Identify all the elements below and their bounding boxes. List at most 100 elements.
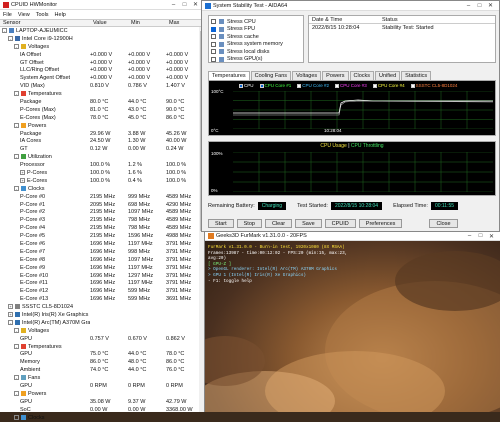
sensor-row[interactable]: P-Core #4 2195 MHz 798 MHz 4589 MHz (0, 224, 204, 232)
legend-item[interactable]: SSSTC CL5-8D1024 (410, 83, 457, 88)
start-button[interactable]: Start (208, 219, 234, 228)
sensor-row[interactable]: P-Core #1 2095 MHz 698 MHz 4290 MHz (0, 201, 204, 209)
legend-checkbox[interactable] (372, 83, 377, 88)
col-min[interactable]: Min (128, 20, 166, 26)
checkbox[interactable] (211, 19, 216, 25)
sensor-row[interactable]: - Powers (0, 122, 204, 130)
sensor-row[interactable]: E-Core #7 1696 MHz 998 MHz 3791 MHz (0, 248, 204, 256)
sensor-row[interactable]: System Agent Offset +0.000 V +0.000 V +0.00… (0, 74, 204, 82)
sensor-row[interactable]: GPU 0 RPM 0 RPM 0 RPM (0, 382, 204, 390)
checkbox[interactable] (211, 26, 216, 32)
collapse-icon[interactable]: - (14, 343, 19, 349)
sensor-row[interactable]: GT 0.12 W 0.00 W 0.24 W (0, 145, 204, 153)
sensor-row[interactable]: - Temperatures (0, 343, 204, 351)
sensor-row[interactable]: E-Core #13 1696 MHz 599 MHz 3691 MHz (0, 295, 204, 303)
menu-tools[interactable]: Tools (36, 12, 49, 18)
col-max[interactable]: Max (166, 20, 200, 26)
collapse-icon[interactable]: - (14, 122, 19, 128)
legend-checkbox[interactable] (239, 83, 243, 88)
collapse-icon[interactable]: - (8, 319, 13, 325)
sensor-row[interactable]: VID (Max) 0.810 V 0.786 V 1.407 V (0, 82, 204, 90)
cpuid-button[interactable]: CPUID (324, 219, 356, 228)
legend-checkbox[interactable] (297, 83, 302, 88)
sensor-row[interactable]: GPU 75.0 °C 44.0 °C 78.0 °C (0, 351, 204, 359)
col-value[interactable]: Value (90, 20, 128, 26)
sensor-row[interactable]: + P-Cores 100.0 % 1.6 % 100.0 % (0, 169, 204, 177)
collapse-icon[interactable]: - (14, 327, 19, 333)
aida-maximize-button[interactable]: □ (474, 3, 485, 9)
collapse-icon[interactable]: - (14, 43, 19, 49)
sensor-row[interactable]: - Intel Core i9-12900H (0, 35, 204, 43)
expand-icon[interactable]: + (8, 312, 13, 317)
sensor-row[interactable]: - Fans (0, 374, 204, 382)
sensor-row[interactable]: P-Core #2 2195 MHz 1097 MHz 4589 MHz (0, 208, 204, 216)
sensor-row[interactable]: Package 80.0 °C 44.0 °C 90.0 °C (0, 98, 204, 106)
expand-icon[interactable]: + (20, 177, 25, 183)
legend-checkbox[interactable] (335, 83, 340, 88)
stress-option[interactable]: Stress FPU (211, 26, 301, 34)
collapse-icon[interactable]: - (14, 390, 19, 396)
sensor-row[interactable]: + SSSTC CL5-8D1024 (0, 303, 204, 311)
stress-option[interactable]: Stress CPU (211, 18, 301, 26)
sensor-row[interactable]: GPU 0.757 V 0.670 V 0.862 V (0, 335, 204, 343)
sensor-row[interactable]: - Clocks (0, 185, 204, 193)
sensor-row[interactable]: IA Offset +0.000 V +0.000 V +0.000 V (0, 51, 204, 59)
collapse-icon[interactable]: - (14, 91, 19, 97)
furmark-titlebar[interactable]: Geeks3D FurMark v1.31.0.0 - 20FPS – □ ✕ (205, 232, 500, 241)
sensor-row[interactable]: E-Core #9 1696 MHz 1197 MHz 3791 MHz (0, 264, 204, 272)
sensor-row[interactable]: - Temperatures (0, 90, 204, 98)
sensor-row[interactable]: E-Core #10 1696 MHz 1297 MHz 3791 MHz (0, 272, 204, 280)
sensor-row[interactable]: Processor 100.0 % 1.2 % 100.0 % (0, 161, 204, 169)
sensor-row[interactable]: IA Cores 24.50 W 1.30 W 40.00 W (0, 137, 204, 145)
tab-powers[interactable]: Powers (322, 71, 349, 80)
collapse-icon[interactable]: - (14, 154, 19, 160)
sensor-row[interactable]: E-Core #8 1696 MHz 1097 MHz 3791 MHz (0, 256, 204, 264)
sensor-row[interactable]: P-Core #0 2195 MHz 999 MHz 4589 MHz (0, 193, 204, 201)
tab-temperatures[interactable]: Temperatures (208, 71, 250, 80)
sensor-row[interactable]: - Powers (0, 390, 204, 398)
maximize-button[interactable]: □ (179, 2, 190, 8)
stress-option[interactable]: Stress cache (211, 33, 301, 41)
aida-close-dialog-button[interactable]: Close (429, 219, 458, 228)
aida64-titlebar[interactable]: System Stability Test - AIDA64 – □ ✕ (202, 1, 499, 11)
sensor-row[interactable]: - Voltages (0, 327, 204, 335)
legend-item[interactable]: CPU Core #1 (259, 83, 291, 88)
collapse-icon[interactable]: - (8, 35, 13, 41)
stop-button[interactable]: Stop (236, 219, 262, 228)
stress-option[interactable]: Stress system memory (211, 41, 301, 49)
sensor-row[interactable]: Memory 86.0 °C 48.0 °C 86.0 °C (0, 358, 204, 366)
sensor-row[interactable]: SoC 0.00 W 0.00 W 3368.00 W (0, 406, 204, 414)
furmark-close-button[interactable]: ✕ (486, 233, 497, 240)
sensor-row[interactable]: - Intel(R) Arc(TM) A370M Gra... (0, 319, 204, 327)
sensor-row[interactable]: P-Cores (Max) 81.0 °C 43.0 °C 90.0 °C (0, 106, 204, 114)
sensor-row[interactable]: E-Cores (Max) 78.0 °C 45.0 °C 86.0 °C (0, 114, 204, 122)
stress-option[interactable]: Stress GPU(s) (211, 56, 301, 64)
collapse-icon[interactable]: - (14, 375, 19, 381)
legend-checkbox[interactable] (410, 83, 415, 88)
checkbox[interactable] (211, 41, 216, 47)
checkbox[interactable] (211, 34, 216, 40)
sensor-row[interactable]: Package 29.96 W 3.88 W 45.26 W (0, 130, 204, 138)
legend-checkbox[interactable] (259, 83, 264, 88)
furmark-maximize-button[interactable]: □ (475, 233, 486, 239)
tab-voltages[interactable]: Voltages (292, 71, 322, 80)
collapse-icon[interactable]: - (14, 414, 19, 420)
sensor-row[interactable]: P-Core #5 2195 MHz 1596 MHz 4988 MHz (0, 232, 204, 240)
furmark-minimize-button[interactable]: – (464, 233, 475, 239)
sensor-row[interactable]: E-Core #11 1696 MHz 1197 MHz 3791 MHz (0, 280, 204, 288)
expand-icon[interactable]: + (20, 169, 25, 175)
sensor-row[interactable]: - LAPTOP-AJEUMICC (0, 27, 204, 35)
collapse-icon[interactable]: - (2, 27, 7, 33)
tab-cooling-fans[interactable]: Cooling Fans (250, 71, 292, 80)
stress-option[interactable]: Stress local disks (211, 48, 301, 56)
col-sensor[interactable]: Sensor (0, 20, 90, 26)
legend-item[interactable]: CPU Core #3 (335, 83, 367, 88)
sensor-row[interactable]: - Utilization (0, 153, 204, 161)
sensor-row[interactable]: E-Core #6 1696 MHz 1197 MHz 3791 MHz (0, 240, 204, 248)
tab-statistics[interactable]: Statistics (401, 71, 432, 80)
preferences-button[interactable]: Preferences (358, 219, 403, 228)
legend-item[interactable]: CPU Core #2 (297, 83, 329, 88)
expand-icon[interactable]: + (8, 304, 13, 310)
sensor-row[interactable]: P-Core #3 2195 MHz 798 MHz 4589 MHz (0, 216, 204, 224)
aida-close-button[interactable]: ✕ (485, 2, 496, 9)
